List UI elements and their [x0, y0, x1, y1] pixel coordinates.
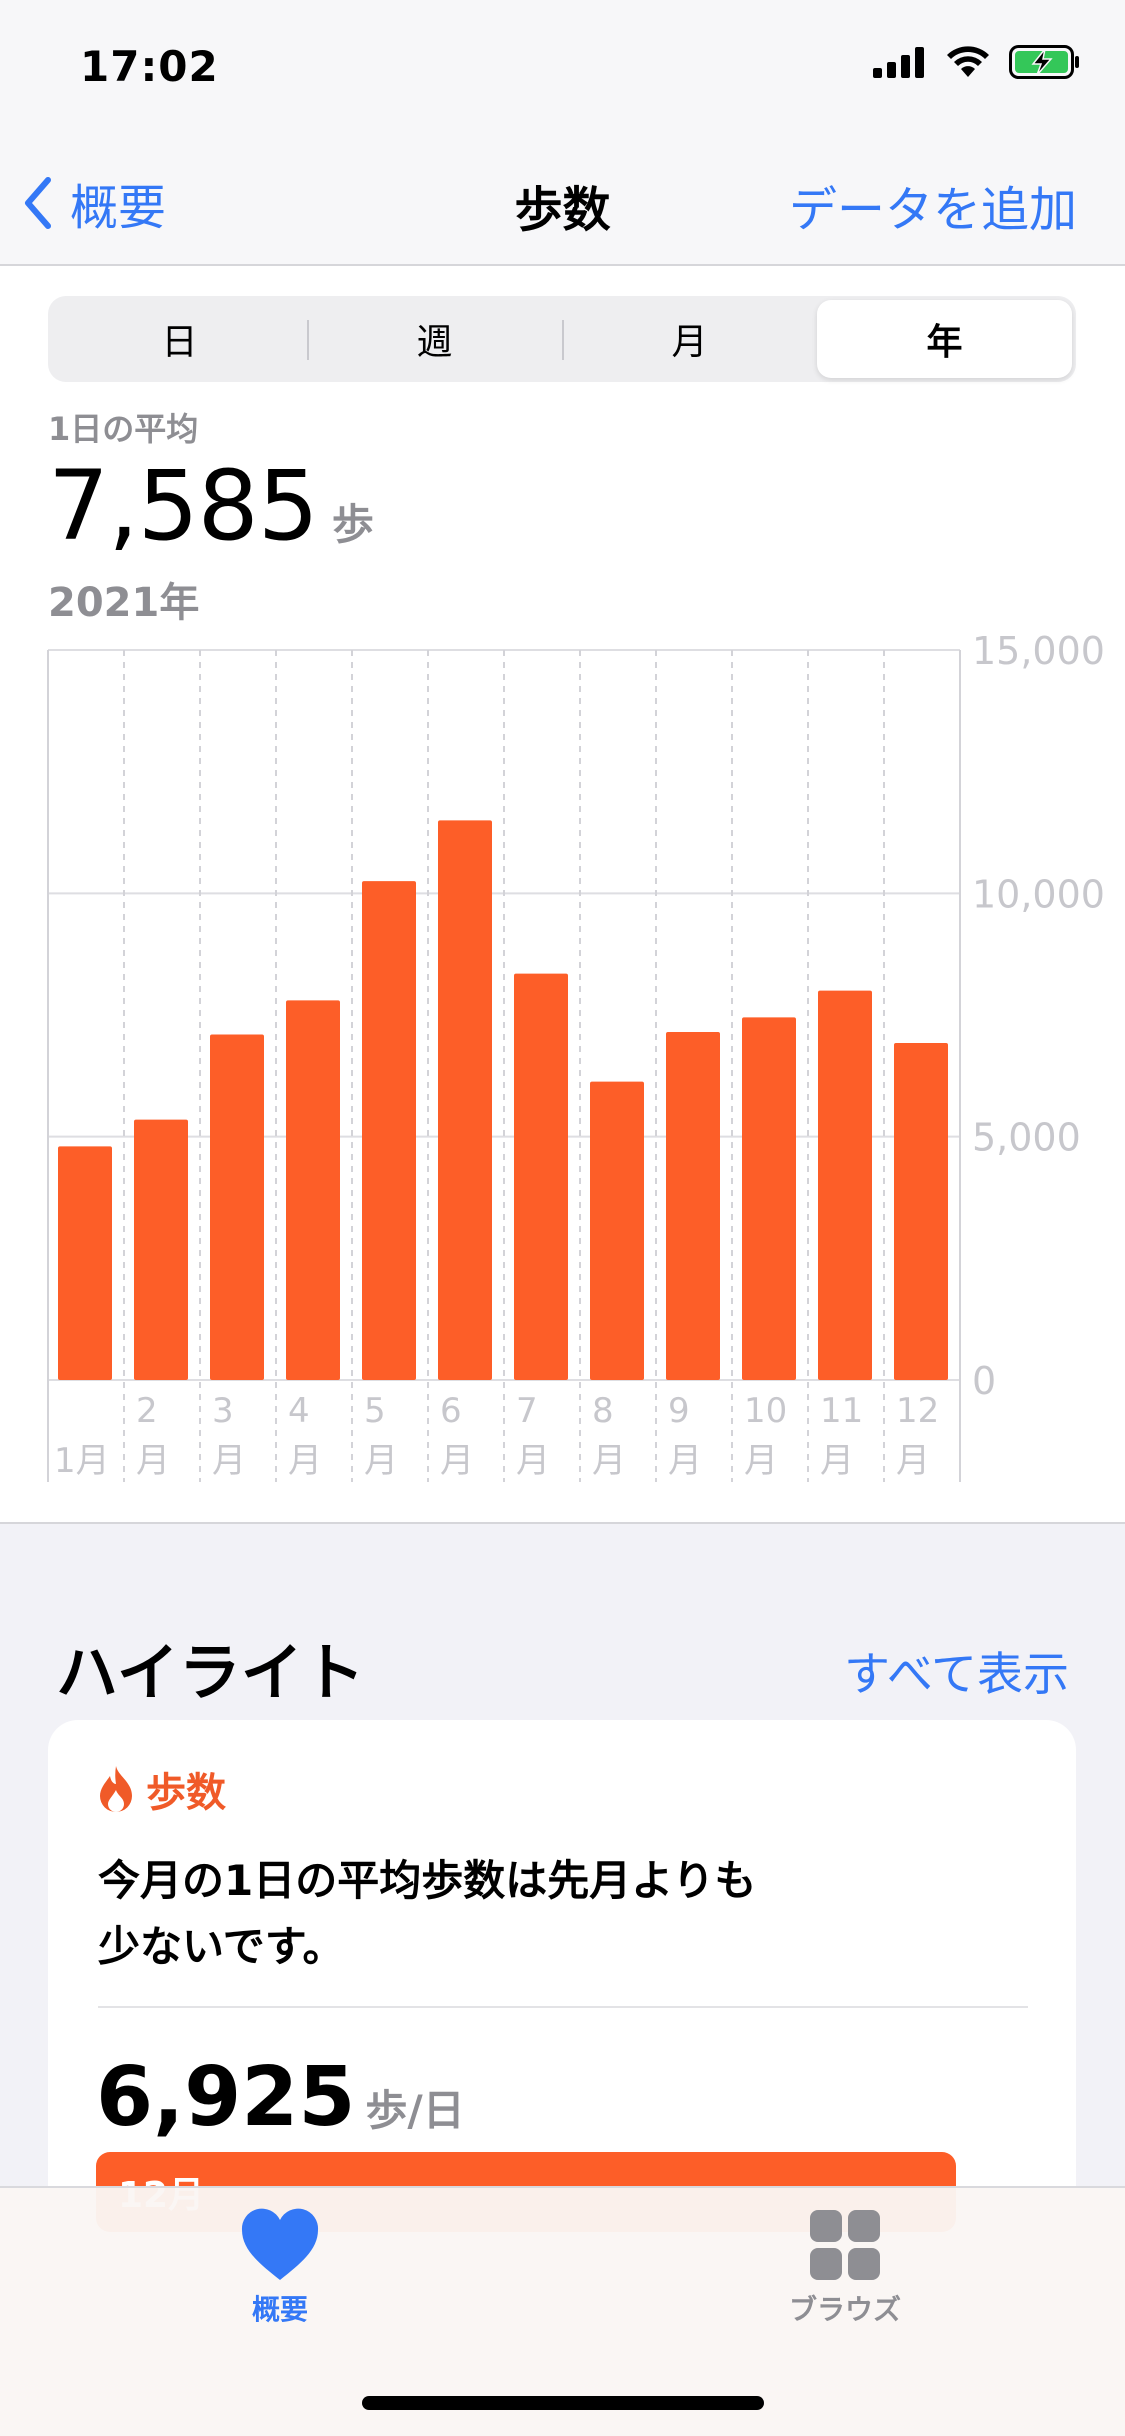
highlight-number: 6,925	[96, 2050, 356, 2145]
bar-9月	[666, 1032, 720, 1380]
flame-icon	[100, 1766, 132, 1812]
bar-6月	[438, 820, 492, 1380]
status-icons	[873, 44, 1081, 80]
x-tick-label: 月	[440, 1441, 474, 1481]
highlight-category-label: 歩数	[146, 1770, 226, 1816]
tab-browse[interactable]: ブラウズ	[695, 2208, 995, 2328]
x-tick-label: 2	[136, 1391, 158, 1431]
bar-4月	[286, 1000, 340, 1380]
x-tick-label: 9	[668, 1391, 690, 1431]
x-tick-label: 月	[744, 1441, 778, 1481]
x-tick-label: 7	[516, 1391, 538, 1431]
highlight-value: 6,925 歩/日	[96, 2050, 465, 2145]
x-tick-label: 11	[820, 1391, 863, 1431]
steps-bar-chart[interactable]: 05,00010,00015,0001月2月3月4月5月6月7月8月9月10月1…	[0, 266, 1125, 1524]
x-tick-label: 月	[136, 1441, 170, 1481]
home-indicator	[362, 2396, 764, 2410]
bar-2月	[134, 1119, 188, 1380]
wifi-icon	[947, 46, 989, 77]
x-tick-label: 月	[288, 1441, 322, 1481]
x-tick-label: 月	[212, 1441, 246, 1481]
x-tick-label: 月	[896, 1441, 930, 1481]
highlight-message: 今月の1日の平均歩数は先月よりも 少ないです。	[98, 1848, 998, 1980]
bar-7月	[514, 973, 568, 1380]
tab-browse-label: ブラウズ	[788, 2293, 901, 2326]
x-tick-label: 6	[440, 1391, 462, 1431]
divider	[98, 2006, 1028, 2008]
y-tick-label: 10,000	[972, 872, 1105, 916]
x-tick-label: 月	[364, 1441, 398, 1481]
y-tick-label: 0	[972, 1359, 996, 1403]
bar-5月	[362, 881, 416, 1380]
y-tick-label: 5,000	[972, 1116, 1081, 1160]
bar-11月	[818, 990, 872, 1380]
x-tick-label: 月	[668, 1441, 702, 1481]
bar-1月	[58, 1146, 112, 1380]
battery-charging-icon	[1009, 45, 1079, 79]
highlight-message-line1: 今月の1日の平均歩数は先月よりも	[98, 1856, 757, 1905]
x-tick-label: 1月	[54, 1441, 110, 1481]
chart-card: 日 週 月 年 1日の平均 7,585 歩 2021年 0 5,000 10,000…	[0, 266, 1125, 1524]
x-tick-label: 10	[744, 1391, 787, 1431]
add-data-button[interactable]: データを追加	[789, 170, 1077, 240]
status-bar: 17:02	[0, 0, 1125, 140]
bar-12月	[894, 1042, 948, 1380]
grid-icon	[810, 2210, 880, 2280]
highlight-message-line2: 少ないです。	[98, 1922, 345, 1971]
show-all-button[interactable]: すべて表示	[844, 1638, 1069, 1704]
x-tick-label: 4	[288, 1391, 310, 1431]
bar-8月	[590, 1081, 644, 1380]
x-tick-label: 月	[592, 1441, 626, 1481]
x-tick-label: 3	[212, 1391, 234, 1431]
x-tick-label: 月	[820, 1441, 854, 1481]
status-time: 17:02	[80, 42, 219, 91]
bar-10月	[742, 1017, 796, 1380]
signal-icon	[873, 47, 924, 78]
tab-summary[interactable]: 概要	[130, 2208, 430, 2328]
y-tick-label: 15,000	[972, 629, 1105, 673]
tab-summary-label: 概要	[251, 2293, 308, 2326]
x-tick-label: 月	[516, 1441, 550, 1481]
highlights-title: ハイライト	[56, 1636, 365, 1709]
bar-3月	[210, 1034, 264, 1380]
navigation-bar: 概要 歩数 データを追加	[0, 140, 1125, 266]
highlight-unit: 歩/日	[365, 2086, 465, 2135]
x-tick-label: 12	[896, 1391, 939, 1431]
highlight-category: 歩数	[98, 1760, 226, 1818]
x-tick-label: 8	[592, 1391, 614, 1431]
x-tick-label: 5	[364, 1391, 386, 1431]
heart-icon	[241, 2208, 319, 2280]
